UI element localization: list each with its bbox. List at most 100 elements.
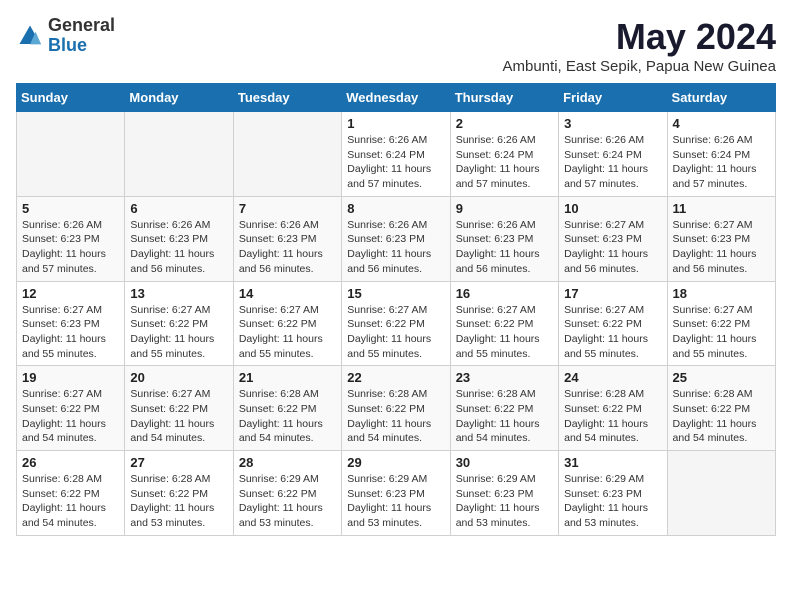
day-info: Sunrise: 6:27 AM Sunset: 6:22 PM Dayligh…	[564, 303, 661, 362]
week-row-3: 12 Sunrise: 6:27 AM Sunset: 6:23 PM Dayli…	[17, 281, 776, 366]
day-info: Sunrise: 6:27 AM Sunset: 6:22 PM Dayligh…	[673, 303, 770, 362]
day-number: 9	[456, 201, 553, 216]
table-row: 2 Sunrise: 6:26 AM Sunset: 6:24 PM Daylig…	[450, 112, 558, 197]
logo-general: General	[48, 15, 115, 35]
day-number: 7	[239, 201, 336, 216]
day-number: 18	[673, 286, 770, 301]
table-row: 28 Sunrise: 6:29 AM Sunset: 6:22 PM Dayli…	[233, 451, 341, 536]
table-row: 10 Sunrise: 6:27 AM Sunset: 6:23 PM Dayli…	[559, 196, 667, 281]
page-header: General Blue May 2024 Ambunti, East Sepi…	[16, 16, 776, 75]
day-number: 13	[130, 286, 227, 301]
day-number: 26	[22, 455, 119, 470]
day-info: Sunrise: 6:26 AM Sunset: 6:24 PM Dayligh…	[564, 133, 661, 192]
table-row: 24 Sunrise: 6:28 AM Sunset: 6:22 PM Dayli…	[559, 366, 667, 451]
day-info: Sunrise: 6:26 AM Sunset: 6:23 PM Dayligh…	[347, 218, 444, 277]
day-number: 28	[239, 455, 336, 470]
table-row: 4Sunrise: 6:26 AM Sunset: 6:24 PM Daylig…	[667, 112, 775, 197]
table-row: 6 Sunrise: 6:26 AM Sunset: 6:23 PM Daylig…	[125, 196, 233, 281]
day-number: 14	[239, 286, 336, 301]
table-row: 14 Sunrise: 6:27 AM Sunset: 6:22 PM Dayli…	[233, 281, 341, 366]
day-number: 8	[347, 201, 444, 216]
day-number: 21	[239, 370, 336, 385]
day-number: 20	[130, 370, 227, 385]
calendar-subtitle: Ambunti, East Sepik, Papua New Guinea	[503, 58, 777, 75]
table-row	[125, 112, 233, 197]
table-row: 29 Sunrise: 6:29 AM Sunset: 6:23 PM Dayli…	[342, 451, 450, 536]
table-row	[667, 451, 775, 536]
day-number: 10	[564, 201, 661, 216]
day-info: Sunrise: 6:28 AM Sunset: 6:22 PM Dayligh…	[673, 387, 770, 446]
day-number: 15	[347, 286, 444, 301]
day-info: Sunrise: 6:27 AM Sunset: 6:22 PM Dayligh…	[130, 387, 227, 446]
day-number: 23	[456, 370, 553, 385]
day-info: Sunrise: 6:29 AM Sunset: 6:23 PM Dayligh…	[347, 472, 444, 531]
table-row: 15 Sunrise: 6:27 AM Sunset: 6:22 PM Dayli…	[342, 281, 450, 366]
header-thursday: Thursday	[450, 84, 558, 112]
day-info: Sunrise: 6:26 AM Sunset: 6:23 PM Dayligh…	[130, 218, 227, 277]
week-row-5: 26 Sunrise: 6:28 AM Sunset: 6:22 PM Dayli…	[17, 451, 776, 536]
day-info: Sunrise: 6:27 AM Sunset: 6:22 PM Dayligh…	[239, 303, 336, 362]
logo-text: General Blue	[48, 16, 115, 56]
day-info: Sunrise: 6:29 AM Sunset: 6:23 PM Dayligh…	[564, 472, 661, 531]
day-number: 24	[564, 370, 661, 385]
week-row-1: 1 Sunrise: 6:26 AM Sunset: 6:24 PM Daylig…	[17, 112, 776, 197]
day-number: 17	[564, 286, 661, 301]
table-row: 31 Sunrise: 6:29 AM Sunset: 6:23 PM Dayli…	[559, 451, 667, 536]
day-info: Sunrise: 6:26 AM Sunset: 6:23 PM Dayligh…	[22, 218, 119, 277]
calendar-table: SundayMondayTuesdayWednesdayThursdayFrid…	[16, 83, 776, 536]
table-row: 22 Sunrise: 6:28 AM Sunset: 6:22 PM Dayli…	[342, 366, 450, 451]
day-info: Sunrise: 6:27 AM Sunset: 6:22 PM Dayligh…	[347, 303, 444, 362]
header-sunday: Sunday	[17, 84, 125, 112]
day-info: Sunrise: 6:28 AM Sunset: 6:22 PM Dayligh…	[130, 472, 227, 531]
day-info: Sunrise: 6:29 AM Sunset: 6:22 PM Dayligh…	[239, 472, 336, 531]
table-row: 5Sunrise: 6:26 AM Sunset: 6:23 PM Daylig…	[17, 196, 125, 281]
day-info: Sunrise: 6:28 AM Sunset: 6:22 PM Dayligh…	[456, 387, 553, 446]
table-row: 20 Sunrise: 6:27 AM Sunset: 6:22 PM Dayli…	[125, 366, 233, 451]
day-number: 22	[347, 370, 444, 385]
day-info: Sunrise: 6:26 AM Sunset: 6:23 PM Dayligh…	[239, 218, 336, 277]
day-number: 3	[564, 116, 661, 131]
table-row: 19Sunrise: 6:27 AM Sunset: 6:22 PM Dayli…	[17, 366, 125, 451]
table-row: 17 Sunrise: 6:27 AM Sunset: 6:22 PM Dayli…	[559, 281, 667, 366]
day-number: 6	[130, 201, 227, 216]
table-row: 11Sunrise: 6:27 AM Sunset: 6:23 PM Dayli…	[667, 196, 775, 281]
day-info: Sunrise: 6:26 AM Sunset: 6:24 PM Dayligh…	[347, 133, 444, 192]
header-saturday: Saturday	[667, 84, 775, 112]
table-row: 30Sunrise: 6:29 AM Sunset: 6:23 PM Dayli…	[450, 451, 558, 536]
day-info: Sunrise: 6:28 AM Sunset: 6:22 PM Dayligh…	[239, 387, 336, 446]
logo-icon	[16, 22, 44, 50]
table-row: 21 Sunrise: 6:28 AM Sunset: 6:22 PM Dayli…	[233, 366, 341, 451]
day-number: 25	[673, 370, 770, 385]
day-number: 12	[22, 286, 119, 301]
day-number: 1	[347, 116, 444, 131]
table-row	[17, 112, 125, 197]
day-info: Sunrise: 6:29 AM Sunset: 6:23 PM Dayligh…	[456, 472, 553, 531]
table-row: 8 Sunrise: 6:26 AM Sunset: 6:23 PM Daylig…	[342, 196, 450, 281]
logo-blue: Blue	[48, 35, 87, 55]
day-info: Sunrise: 6:26 AM Sunset: 6:24 PM Dayligh…	[673, 133, 770, 192]
day-info: Sunrise: 6:27 AM Sunset: 6:23 PM Dayligh…	[564, 218, 661, 277]
day-info: Sunrise: 6:27 AM Sunset: 6:22 PM Dayligh…	[130, 303, 227, 362]
day-info: Sunrise: 6:28 AM Sunset: 6:22 PM Dayligh…	[347, 387, 444, 446]
table-row: 23 Sunrise: 6:28 AM Sunset: 6:22 PM Dayli…	[450, 366, 558, 451]
day-info: Sunrise: 6:28 AM Sunset: 6:22 PM Dayligh…	[564, 387, 661, 446]
table-row: 1 Sunrise: 6:26 AM Sunset: 6:24 PM Daylig…	[342, 112, 450, 197]
header-wednesday: Wednesday	[342, 84, 450, 112]
day-number: 19	[22, 370, 119, 385]
table-row	[233, 112, 341, 197]
day-info: Sunrise: 6:26 AM Sunset: 6:23 PM Dayligh…	[456, 218, 553, 277]
day-info: Sunrise: 6:27 AM Sunset: 6:23 PM Dayligh…	[22, 303, 119, 362]
header-friday: Friday	[559, 84, 667, 112]
day-number: 29	[347, 455, 444, 470]
table-row: 27Sunrise: 6:28 AM Sunset: 6:22 PM Dayli…	[125, 451, 233, 536]
week-row-2: 5Sunrise: 6:26 AM Sunset: 6:23 PM Daylig…	[17, 196, 776, 281]
day-info: Sunrise: 6:26 AM Sunset: 6:24 PM Dayligh…	[456, 133, 553, 192]
day-number: 31	[564, 455, 661, 470]
table-row: 12 Sunrise: 6:27 AM Sunset: 6:23 PM Dayli…	[17, 281, 125, 366]
table-row: 26Sunrise: 6:28 AM Sunset: 6:22 PM Dayli…	[17, 451, 125, 536]
day-number: 16	[456, 286, 553, 301]
header-tuesday: Tuesday	[233, 84, 341, 112]
table-row: 25 Sunrise: 6:28 AM Sunset: 6:22 PM Dayli…	[667, 366, 775, 451]
weekday-header-row: SundayMondayTuesdayWednesdayThursdayFrid…	[17, 84, 776, 112]
day-number: 2	[456, 116, 553, 131]
